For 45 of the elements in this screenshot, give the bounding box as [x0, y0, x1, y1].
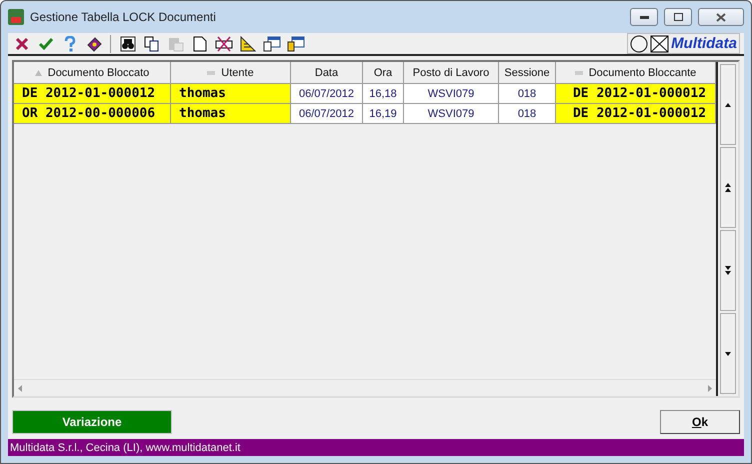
scroll-left-icon [18, 384, 22, 392]
app-icon [8, 9, 24, 25]
table-cell: OR 2012-00-000006 [14, 104, 171, 124]
export-icon[interactable] [286, 34, 305, 53]
maximize-icon [674, 13, 682, 21]
up-arrow-icon [725, 183, 731, 192]
maximize-button[interactable] [664, 8, 692, 26]
column-header[interactable]: Data [291, 62, 363, 84]
table-cell: thomas [171, 104, 291, 124]
table-cell: 16,18 [363, 84, 404, 104]
copy-icon[interactable] [142, 34, 161, 53]
table-cell: 018 [499, 104, 556, 124]
ok-button[interactable]: Ok [660, 410, 740, 434]
logo: Multidata [627, 33, 740, 54]
table-cell: 06/07/2012 [291, 84, 363, 104]
delete-icon[interactable] [214, 34, 233, 53]
column-header[interactable]: Documento Bloccato [14, 62, 171, 84]
close-button[interactable] [698, 8, 744, 26]
column-header[interactable]: Documento Bloccante [556, 62, 716, 84]
variation-button[interactable]: Variazione [12, 410, 172, 434]
window-title: Gestione Tabella LOCK Documenti [30, 10, 217, 24]
find-icon[interactable] [118, 34, 137, 53]
scroll-right-icon [708, 384, 712, 392]
minimize-icon [640, 16, 648, 18]
table-cell: DE 2012-01-000012 [556, 104, 716, 124]
table-cell: WSVI079 [404, 104, 499, 124]
table-cell: 16,19 [363, 104, 404, 124]
table-cell: DE 2012-01-000012 [14, 84, 171, 104]
status-bar: Multidata S.r.l., Cecina (LI), www.multidatanet.it [8, 439, 744, 456]
up-arrow-icon [725, 102, 731, 106]
table-icon[interactable] [262, 34, 281, 53]
minimize-button[interactable] [630, 8, 658, 26]
column-header[interactable]: Utente [171, 62, 291, 84]
table-cell: 06/07/2012 [291, 104, 363, 124]
down-arrow-icon [725, 266, 731, 275]
table-cell: WSVI079 [404, 84, 499, 104]
column-header[interactable]: Sessione [499, 62, 556, 84]
column-header[interactable]: Ora [363, 62, 404, 84]
ruler-icon[interactable] [238, 34, 257, 53]
down-arrow-icon [725, 352, 731, 356]
column-header[interactable]: Posto di Lavoro [404, 62, 499, 84]
table-cell: 018 [499, 84, 556, 104]
table-cell: DE 2012-01-000012 [556, 84, 716, 104]
close-icon [716, 12, 726, 22]
table-cell: thomas [171, 84, 291, 104]
